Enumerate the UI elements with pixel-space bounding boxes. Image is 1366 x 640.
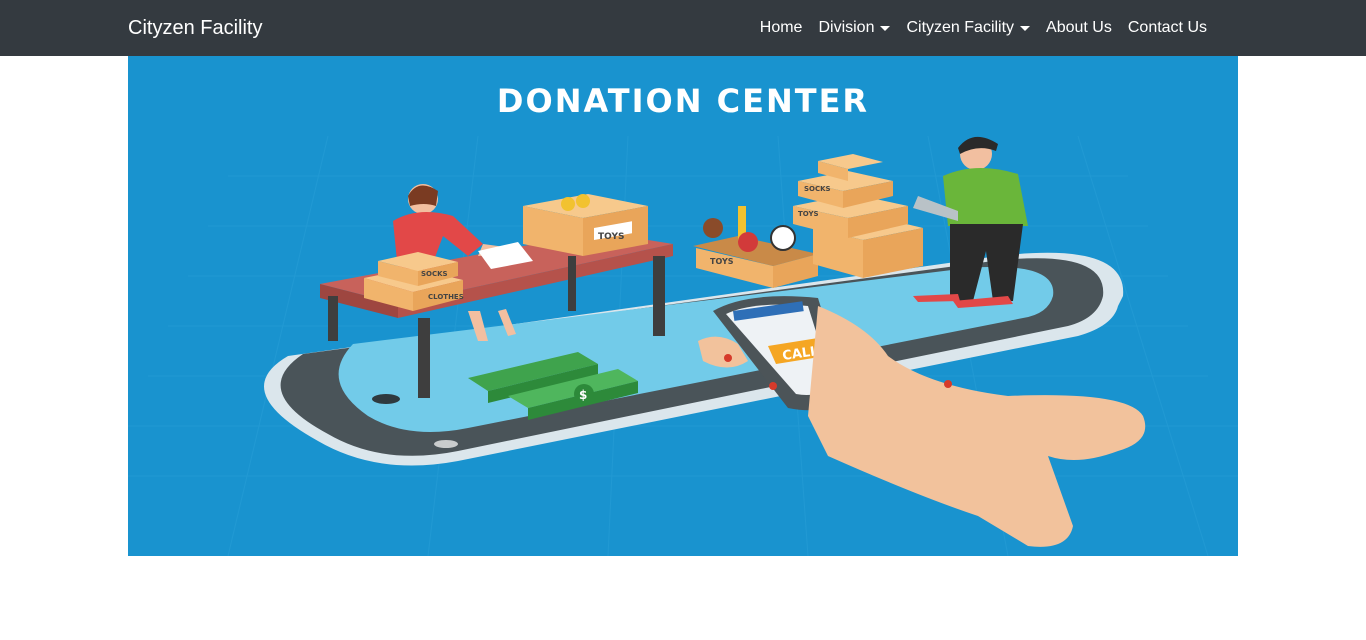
- money-symbol: $: [579, 388, 587, 402]
- socks-label: SOCKS: [421, 270, 448, 278]
- donation-center-illustration: TOYS SOCKS CLOTHES TOYS SOCKS TOYS $ CAL…: [128, 135, 1238, 556]
- clothes-label: CLOTHES: [428, 293, 464, 301]
- nav-item-home[interactable]: Home: [752, 18, 811, 38]
- hero-title: DONATION CENTER: [496, 82, 870, 120]
- nav-item-cityzen-facility[interactable]: Cityzen Facility: [898, 18, 1038, 38]
- nav-item-label: Cityzen Facility: [906, 19, 1015, 36]
- navbar-menu: Home Division Cityzen Facility About Us …: [752, 18, 1215, 38]
- toys-label-stack: TOYS: [798, 210, 819, 218]
- socks-label-stack: SOCKS: [804, 185, 831, 193]
- caret-down-icon: [880, 25, 891, 31]
- top-navbar: Cityzen Facility Home Division Cityzen F…: [0, 0, 1366, 56]
- nav-item-label: About Us: [1046, 19, 1112, 36]
- toys-label-table: TOYS: [598, 232, 624, 242]
- caret-down-icon: [1020, 25, 1031, 31]
- navbar-brand[interactable]: Cityzen Facility: [128, 16, 262, 40]
- nav-item-contact-us[interactable]: Contact Us: [1120, 18, 1215, 38]
- nav-item-label: Division: [818, 19, 875, 36]
- nav-item-about-us[interactable]: About Us: [1038, 18, 1120, 38]
- nav-item-label: Contact Us: [1127, 19, 1207, 36]
- nav-item-label: Home: [759, 19, 803, 36]
- hero-banner: TOYS SOCKS CLOTHES TOYS SOCKS TOYS $ CAL…: [128, 56, 1238, 556]
- toys-box-table: TOYS: [523, 194, 648, 256]
- toys-label-open-box: TOYS: [710, 257, 734, 266]
- nav-item-division[interactable]: Division: [810, 18, 898, 38]
